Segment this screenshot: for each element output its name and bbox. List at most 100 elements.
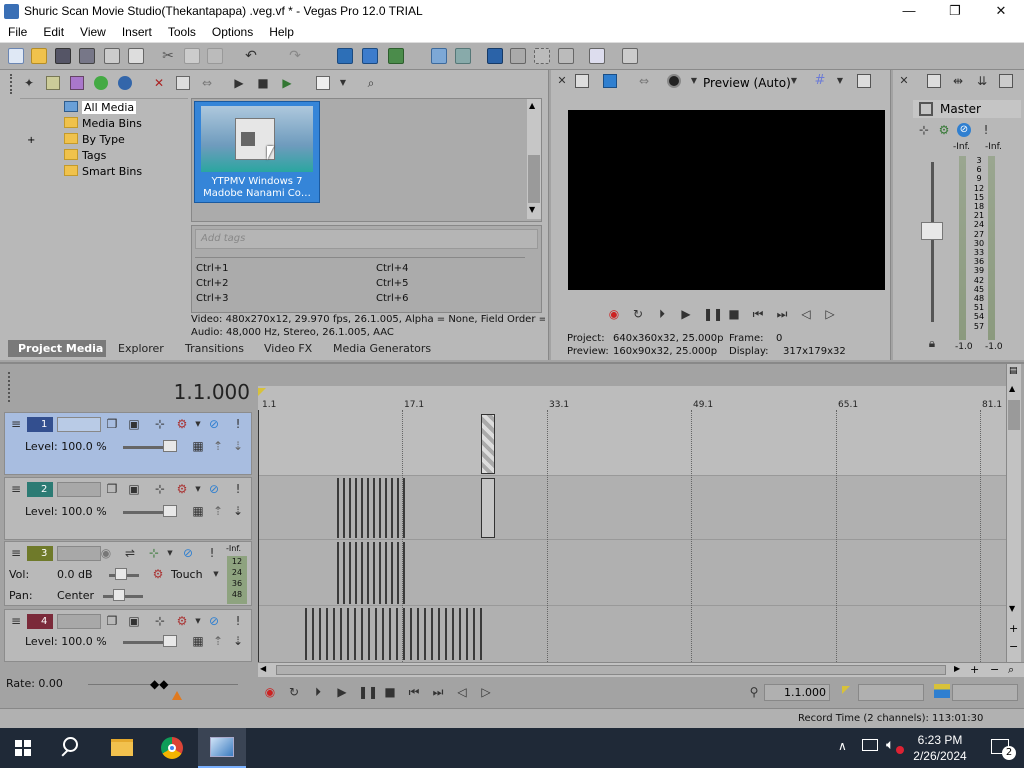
track-grip-icon[interactable]: ≡	[9, 482, 23, 496]
copy-icon[interactable]	[184, 48, 200, 64]
menu-tools[interactable]: Tools	[160, 23, 204, 39]
preview-mode-select[interactable]: Preview (Auto)	[703, 76, 791, 90]
shortcut-ctrl-3[interactable]: Ctrl+3	[196, 293, 229, 304]
clock-time[interactable]: 6:23 PM	[905, 733, 975, 747]
motion-icon[interactable]: ▣	[127, 614, 141, 628]
track-name-field[interactable]	[57, 417, 101, 432]
compositing-mode-icon[interactable]: ❐	[105, 482, 119, 496]
tree-item-smart-bins[interactable]: Smart Bins	[64, 165, 142, 180]
media-icon[interactable]: ▦	[191, 439, 205, 453]
loop-playback-icon[interactable]: ↻	[286, 684, 302, 700]
get-media-icon[interactable]	[70, 76, 84, 90]
add-tags-input[interactable]: Add tags	[195, 229, 538, 249]
scroll-down-icon[interactable]: ▼	[1009, 604, 1015, 613]
zoom-out-icon[interactable]: −	[990, 663, 999, 676]
insert-fx-icon[interactable]: ⊹	[917, 123, 931, 137]
mute-icon[interactable]: ⊘	[207, 482, 221, 496]
scroll-thumb[interactable]	[1008, 400, 1020, 430]
level-slider-knob[interactable]	[163, 440, 177, 452]
loop-playback-icon[interactable]: ↻	[631, 307, 645, 321]
external-monitor-icon[interactable]	[603, 74, 617, 88]
close-panel-icon[interactable]: ✕	[555, 74, 569, 88]
split-screen-icon[interactable]: ⇔	[637, 74, 651, 88]
automation-mode[interactable]: Touch	[171, 568, 203, 581]
cursor-time-field[interactable]: 1.1.000	[764, 684, 830, 701]
automation-dropdown-icon[interactable]: ▼	[209, 567, 223, 581]
shortcut-ctrl-6[interactable]: Ctrl+6	[376, 293, 409, 304]
zoom-in-icon[interactable]: +	[1009, 622, 1018, 635]
views-icon[interactable]	[316, 76, 330, 90]
menu-edit[interactable]: Edit	[35, 23, 72, 39]
open-icon[interactable]	[31, 48, 47, 64]
auto-crossfade-icon[interactable]	[510, 48, 526, 64]
pause-icon[interactable]: ❚❚	[358, 684, 378, 700]
mixer-properties-icon[interactable]	[927, 74, 941, 88]
redo-icon[interactable]: ↷	[287, 48, 303, 64]
stop-icon[interactable]: ■	[256, 76, 270, 90]
track-fx-dropdown-icon[interactable]: ▼	[163, 546, 177, 560]
track-fx-icon[interactable]: ⚙	[175, 417, 189, 431]
previous-frame-icon[interactable]: ◁	[454, 684, 470, 700]
compositing-mode-icon[interactable]: ❐	[105, 614, 119, 628]
play-icon[interactable]: ▶	[679, 307, 693, 321]
vegas-taskbar-button[interactable]	[198, 728, 246, 768]
show-hidden-icons[interactable]: ∧	[838, 739, 847, 753]
video-output-fx-icon[interactable]	[575, 74, 589, 88]
notifications-button[interactable]: 2	[978, 728, 1024, 768]
enable-grouping-icon[interactable]	[558, 48, 574, 64]
timeline-ruler[interactable]	[258, 386, 1006, 412]
collapse-track-icon[interactable]: ⇣	[231, 504, 245, 518]
media-icon[interactable]: ▦	[191, 634, 205, 648]
expand-track-icon[interactable]: ⇡	[211, 439, 225, 453]
overlays-dropdown-icon[interactable]: ▼	[833, 74, 847, 88]
track-grip-icon[interactable]: ≡	[9, 614, 23, 628]
track-list-menu-icon[interactable]: ▤	[1009, 366, 1018, 376]
file-explorer-button[interactable]	[98, 728, 146, 768]
cut-icon[interactable]: ✂	[160, 48, 176, 64]
stop-icon[interactable]: ■	[382, 684, 398, 700]
track-motion-icon[interactable]: ⊹	[153, 417, 167, 431]
start-button[interactable]	[0, 728, 46, 768]
pause-icon[interactable]: ❚❚	[703, 307, 723, 321]
downmix-icon[interactable]: ⇹	[951, 74, 965, 88]
solo-icon[interactable]: !	[231, 614, 245, 628]
mute-icon[interactable]: ⊘	[207, 614, 221, 628]
track-fx-dropdown-icon[interactable]: ▼	[191, 417, 205, 431]
motion-icon[interactable]: ▣	[127, 482, 141, 496]
undo-icon[interactable]: ↶	[243, 48, 259, 64]
level-slider-knob[interactable]	[163, 505, 177, 517]
menu-file[interactable]: File	[0, 23, 35, 39]
zoom-out-icon[interactable]: −	[1009, 640, 1018, 653]
timeline-grip[interactable]	[8, 372, 12, 402]
level-slider-knob[interactable]	[163, 635, 177, 647]
track-header-4[interactable]: ≡ 4 ❐ ▣ ⊹ ⚙ ▼ ⊘ ! Level: 100.0 % ▦ ⇡ ⇣	[4, 609, 252, 662]
next-frame-icon[interactable]: ▷	[478, 684, 494, 700]
collapse-track-icon[interactable]: ⇣	[231, 439, 245, 453]
envelope-tool-icon[interactable]	[362, 48, 378, 64]
go-to-start-icon[interactable]: ⏮	[751, 307, 765, 321]
overlays-grid-icon[interactable]: #	[813, 74, 827, 88]
views-dropdown-icon[interactable]: ▼	[336, 76, 350, 90]
tab-transitions[interactable]: Transitions	[185, 340, 244, 357]
lock-icon[interactable]: 🔒︎	[925, 336, 939, 350]
master-fx-icon[interactable]: ⚙	[937, 123, 951, 137]
network-icon[interactable]	[862, 739, 878, 751]
track-header-3[interactable]: ≡ 3 ◉ ⇌ ⊹ ▼ ⊘ ! -Inf. 12 24 36 48 Vol: 0.0 …	[4, 541, 252, 606]
shortcut-ctrl-1[interactable]: Ctrl+1	[196, 263, 229, 274]
auto-play-icon[interactable]: ▶	[280, 76, 294, 90]
mute-icon[interactable]: ⊘	[181, 546, 195, 560]
vol-slider-knob[interactable]	[115, 568, 127, 580]
close-panel-icon[interactable]: ✕	[897, 74, 911, 88]
play-from-start-icon[interactable]: ⏵	[310, 684, 326, 700]
mute-icon[interactable]: ⊘	[207, 417, 221, 431]
what-s-this-help-icon[interactable]	[589, 48, 605, 64]
ignore-grouping-icon[interactable]	[534, 48, 550, 64]
tree-item-all-media[interactable]: All Media	[64, 101, 137, 116]
lock-envelopes-icon[interactable]	[455, 48, 471, 64]
track-fx-icon[interactable]: ⊹	[147, 546, 161, 560]
zoom-tool-icon[interactable]: ⌕	[1008, 663, 1014, 677]
invert-phase-icon[interactable]: ⇌	[123, 546, 137, 560]
solo-icon[interactable]: !	[231, 482, 245, 496]
scroll-right-icon[interactable]: ▶	[954, 664, 960, 673]
shortcut-ctrl-2[interactable]: Ctrl+2	[196, 278, 229, 289]
